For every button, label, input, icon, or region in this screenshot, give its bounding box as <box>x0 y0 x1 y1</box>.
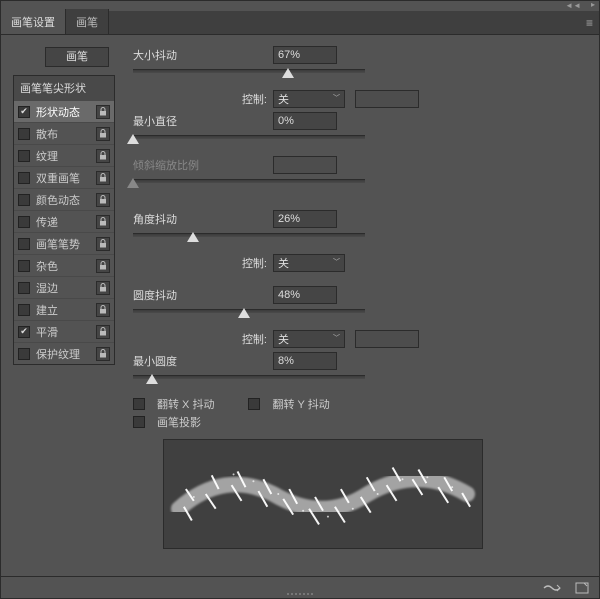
slider-min-diameter[interactable] <box>133 133 365 149</box>
label-control-angle: 控制: <box>213 255 273 271</box>
brush-stroke-preview <box>163 439 483 549</box>
attr-row-6[interactable]: 画笔笔势 <box>14 232 114 254</box>
select-control-angle[interactable]: 关﹀ <box>273 254 345 272</box>
slider-round-jitter[interactable] <box>133 307 365 323</box>
attr-checkbox[interactable]: ✔ <box>18 326 30 338</box>
chevron-down-icon: ﹀ <box>333 257 340 267</box>
attr-checkbox[interactable] <box>18 172 30 184</box>
label-brush-projection: 画笔投影 <box>157 414 201 430</box>
attr-row-4[interactable]: 颜色动态 <box>14 188 114 210</box>
checkbox-brush-projection[interactable] <box>133 416 145 428</box>
attr-checkbox[interactable]: ✔ <box>18 106 30 118</box>
attr-header-brush-tip[interactable]: 画笔笔尖形状 <box>14 76 114 100</box>
attr-row-7[interactable]: 杂色 <box>14 254 114 276</box>
attr-checkbox[interactable] <box>18 238 30 250</box>
toggle-preview-icon[interactable] <box>541 580 563 596</box>
select-control-round[interactable]: 关﹀ <box>273 330 345 348</box>
attr-label: 形状动态 <box>36 104 96 120</box>
attribute-list: 画笔笔尖形状 ✔ 形状动态散布纹理双重画笔颜色动态传递画笔笔势杂色湿边建立 ✔ 平滑保… <box>13 75 115 365</box>
attr-row-2[interactable]: 纹理 <box>14 144 114 166</box>
slider-min-round[interactable] <box>133 373 365 389</box>
label-min-diameter: 最小直径 <box>133 113 273 129</box>
resize-grip[interactable] <box>280 593 320 597</box>
label-flip-y: 翻转 Y 抖动 <box>272 396 329 412</box>
attr-row-8[interactable]: 湿边 <box>14 276 114 298</box>
attr-label: 画笔笔势 <box>36 236 96 252</box>
lock-icon[interactable] <box>96 149 110 163</box>
collapse-icon[interactable]: ◄◄ <box>565 1 581 10</box>
select-control-size[interactable]: 关﹀ <box>273 90 345 108</box>
lock-icon[interactable] <box>96 325 110 339</box>
attr-checkbox[interactable] <box>18 194 30 206</box>
slider-tilt-scale <box>133 177 365 193</box>
attr-checkbox[interactable] <box>18 216 30 228</box>
label-control-round: 控制: <box>213 331 273 347</box>
attr-label: 纹理 <box>36 148 96 164</box>
slider-angle-jitter[interactable] <box>133 231 365 247</box>
attr-checkbox[interactable] <box>18 304 30 316</box>
input-control-size-extra <box>355 90 419 108</box>
label-angle-jitter: 角度抖动 <box>133 211 273 227</box>
attr-label: 湿边 <box>36 280 96 296</box>
label-control-size: 控制: <box>213 91 273 107</box>
attr-row-9[interactable]: 建立 <box>14 298 114 320</box>
lock-icon[interactable] <box>96 193 110 207</box>
chevron-down-icon: ﹀ <box>333 93 340 103</box>
attr-row-1[interactable]: 散布 <box>14 122 114 144</box>
lock-icon[interactable] <box>96 347 110 361</box>
lock-icon[interactable] <box>96 127 110 141</box>
attr-row-0[interactable]: ✔ 形状动态 <box>14 100 114 122</box>
checkbox-flip-y[interactable] <box>248 398 260 410</box>
attr-checkbox[interactable] <box>18 282 30 294</box>
input-tilt-scale <box>273 156 337 174</box>
attr-label: 杂色 <box>36 258 96 274</box>
attr-label: 保护纹理 <box>36 346 96 362</box>
attr-label: 建立 <box>36 302 96 318</box>
attr-label: 平滑 <box>36 324 96 340</box>
lock-icon[interactable] <box>96 237 110 251</box>
new-brush-icon[interactable] <box>571 580 593 596</box>
attr-label: 散布 <box>36 126 96 142</box>
tab-brush-settings[interactable]: 画笔设置 <box>1 9 66 34</box>
checkbox-flip-x[interactable] <box>133 398 145 410</box>
input-min-diameter[interactable]: 0% <box>273 112 337 130</box>
input-angle-jitter[interactable]: 26% <box>273 210 337 228</box>
chevron-down-icon: ﹀ <box>333 333 340 343</box>
lock-icon[interactable] <box>96 259 110 273</box>
brushes-preset-button[interactable]: 画笔 <box>45 47 109 67</box>
attr-checkbox[interactable] <box>18 260 30 272</box>
attr-label: 传递 <box>36 214 96 230</box>
attr-row-11[interactable]: 保护纹理 <box>14 342 114 364</box>
panel-chevron-icon[interactable]: ▸ <box>591 0 595 9</box>
lock-icon[interactable] <box>96 105 110 119</box>
attr-label: 颜色动态 <box>36 192 96 208</box>
lock-icon[interactable] <box>96 171 110 185</box>
panel-tabs: 画笔设置 画笔 ≡ <box>1 11 599 35</box>
label-min-round: 最小圆度 <box>133 353 273 369</box>
label-flip-x: 翻转 X 抖动 <box>157 396 214 412</box>
lock-icon[interactable] <box>96 215 110 229</box>
label-round-jitter: 圆度抖动 <box>133 287 273 303</box>
attr-checkbox[interactable] <box>18 150 30 162</box>
attr-checkbox[interactable] <box>18 128 30 140</box>
input-round-jitter[interactable]: 48% <box>273 286 337 304</box>
attribute-sidebar: 画笔 画笔笔尖形状 ✔ 形状动态散布纹理双重画笔颜色动态传递画笔笔势杂色湿边建立 ✔… <box>13 45 115 549</box>
brush-settings-panel: ◄◄ ▸ 画笔设置 画笔 ≡ 画笔 画笔笔尖形状 ✔ 形状动态散布纹理双重画笔颜色… <box>0 0 600 599</box>
input-size-jitter[interactable]: 67% <box>273 46 337 64</box>
attr-label: 双重画笔 <box>36 170 96 186</box>
attr-checkbox[interactable] <box>18 348 30 360</box>
panel-menu-icon[interactable]: ≡ <box>586 16 593 30</box>
input-min-round[interactable]: 8% <box>273 352 337 370</box>
attr-row-5[interactable]: 传递 <box>14 210 114 232</box>
label-tilt-scale: 倾斜缩放比例 <box>133 157 273 173</box>
lock-icon[interactable] <box>96 303 110 317</box>
label-size-jitter: 大小抖动 <box>133 47 273 63</box>
input-control-round-extra <box>355 330 419 348</box>
tab-brushes[interactable]: 画笔 <box>66 9 109 34</box>
attr-row-10[interactable]: ✔ 平滑 <box>14 320 114 342</box>
lock-icon[interactable] <box>96 281 110 295</box>
settings-area: 大小抖动 67% 控制: 关﹀ 最小直径 0% <box>115 45 591 549</box>
attr-row-3[interactable]: 双重画笔 <box>14 166 114 188</box>
slider-size-jitter[interactable] <box>133 67 365 83</box>
